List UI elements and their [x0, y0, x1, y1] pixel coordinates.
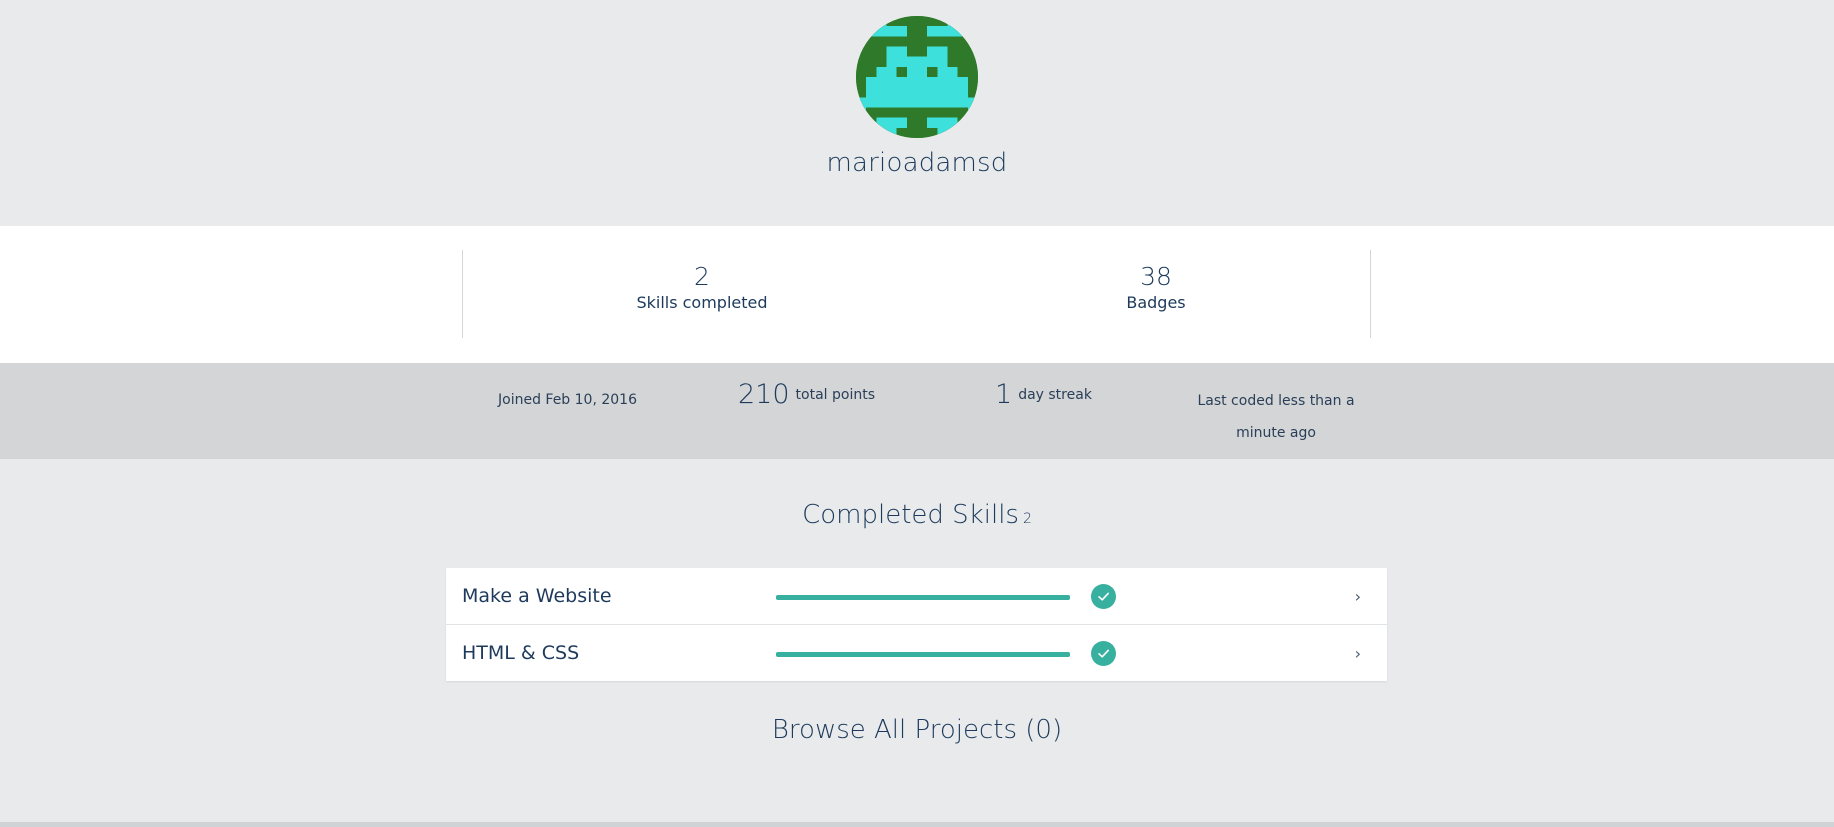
completed-skills-list: Make a Website › HTML & CSS › [446, 568, 1387, 681]
completed-skills-count: 2 [1022, 511, 1032, 527]
skill-progress-bar [776, 652, 1070, 657]
points-value: 210 [738, 379, 790, 410]
stat-value: 2 [694, 262, 710, 291]
total-points: 210 total points [738, 378, 875, 412]
profile-meta-bar: Joined Feb 10, 2016 210 total points 1 day… [0, 363, 1834, 459]
joined-date: Joined Feb 10, 2016 [498, 392, 637, 408]
stat-badges[interactable]: 38 Badges [1006, 250, 1306, 314]
stat-value: 38 [1140, 262, 1172, 291]
skill-name: HTML & CSS [462, 642, 580, 664]
check-icon [1091, 584, 1116, 609]
skill-progress-fill [776, 652, 1070, 657]
avatar [856, 16, 978, 138]
completed-skills-heading: Completed Skills 2 [0, 500, 1834, 530]
skill-name: Make a Website [462, 585, 612, 607]
skill-row-html-css[interactable]: HTML & CSS › [446, 625, 1387, 681]
browse-all-projects-link[interactable]: Browse All Projects (0) [0, 715, 1834, 745]
profile-header: marioadamsd [0, 0, 1834, 226]
stats-bar: 2 Skills completed 38 Badges [0, 226, 1834, 363]
streak-label: day streak [1018, 387, 1092, 403]
skill-progress-bar [776, 595, 1070, 600]
check-icon [1091, 641, 1116, 666]
completed-skills-title: Completed Skills [802, 500, 1019, 530]
skill-progress-fill [776, 595, 1070, 600]
pixel-invader-avatar-icon [856, 16, 978, 138]
skill-row-make-a-website[interactable]: Make a Website › [446, 568, 1387, 625]
stat-skills-completed: 2 Skills completed [552, 250, 852, 314]
chevron-right-icon: › [1354, 644, 1361, 663]
last-coded: Last coded less than a minute ago [1197, 393, 1355, 441]
stats-container: 2 Skills completed 38 Badges [462, 250, 1371, 338]
bottom-divider [0, 822, 1834, 827]
stat-label: Skills completed [636, 293, 768, 312]
stat-label: Badges [1126, 293, 1186, 312]
streak-value: 1 [995, 379, 1013, 410]
username: marioadamsd [826, 148, 1008, 178]
chevron-right-icon: › [1354, 587, 1361, 606]
points-label: total points [795, 387, 876, 403]
day-streak: 1 day streak [995, 378, 1092, 412]
